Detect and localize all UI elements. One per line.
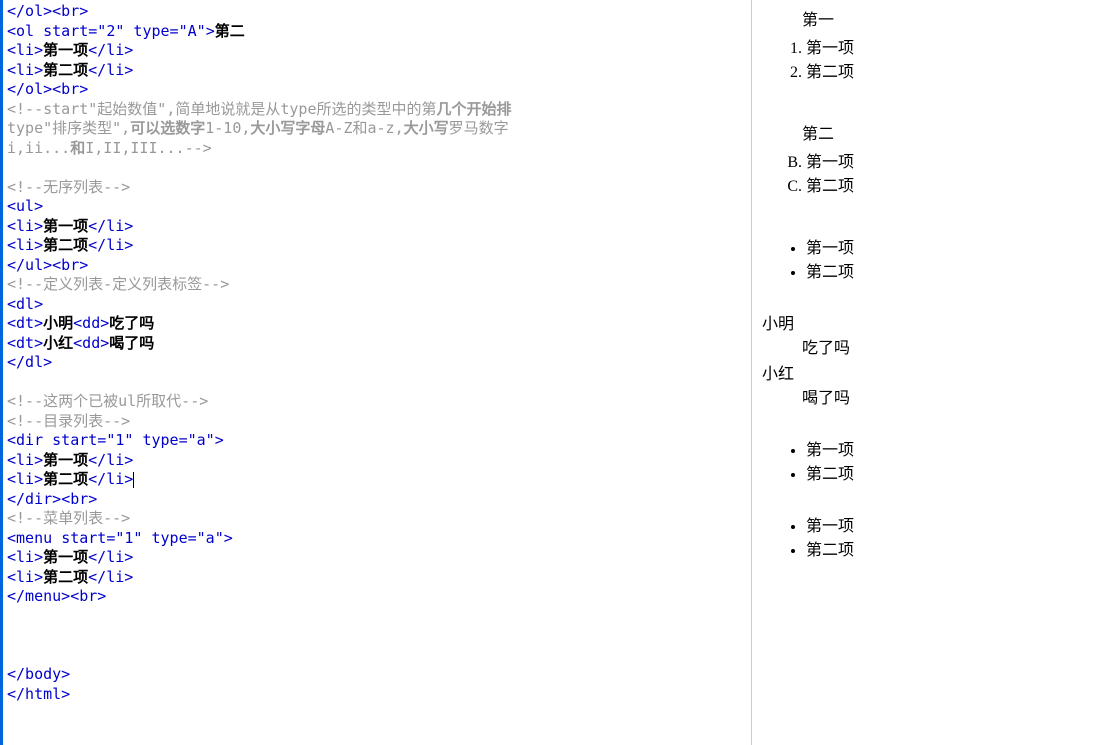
definition-desc: 吃了吗 bbox=[802, 337, 1096, 361]
tag-close-body: </body> bbox=[7, 665, 70, 683]
preview-menu-list: 第一项 第二项 bbox=[762, 515, 1096, 563]
code-line-blank[interactable] bbox=[7, 158, 747, 178]
code-line-comment[interactable]: <!--定义列表-定义列表标签--> bbox=[7, 275, 747, 295]
comment: <!--无序列表--> bbox=[7, 178, 130, 196]
preview-ordered-list-1: 第一项 第二项 bbox=[762, 37, 1096, 85]
list-item: 第二项 bbox=[806, 463, 1096, 487]
list-item: 第一项 bbox=[806, 37, 1096, 61]
code-line[interactable]: <ol start="2" type="A">第二 bbox=[7, 22, 747, 42]
tag-br: <br> bbox=[52, 2, 88, 20]
list-item: 第二项 bbox=[806, 539, 1096, 563]
definition-term: 小红 bbox=[762, 363, 1096, 387]
list-item: 第二项 bbox=[806, 261, 1096, 285]
code-line[interactable]: <li>第一项</li> bbox=[7, 548, 747, 568]
comment: <!--定义列表-定义列表标签--> bbox=[7, 275, 229, 293]
tag-open-dir: <dir bbox=[7, 431, 52, 449]
code-line[interactable]: <menu start="1" type="a"> bbox=[7, 529, 747, 549]
list-item: 第一项 bbox=[806, 151, 1096, 175]
tag-close-ol: </ol> bbox=[7, 2, 52, 20]
preview-dir-list: 第一项 第二项 bbox=[762, 439, 1096, 487]
definition-term: 小明 bbox=[762, 313, 1096, 337]
code-line-blank[interactable] bbox=[7, 373, 747, 393]
code-line[interactable]: </menu><br> bbox=[7, 587, 747, 607]
code-line-blank[interactable] bbox=[7, 646, 747, 666]
preview-unordered-list: 第一项 第二项 bbox=[762, 237, 1096, 285]
code-line[interactable]: <li>第一项</li> bbox=[7, 217, 747, 237]
code-editor-pane[interactable]: </ol><br> <ol start="2" type="A">第二 <li>… bbox=[0, 0, 752, 745]
code-line[interactable]: </html> bbox=[7, 685, 747, 705]
code-line[interactable]: </dl> bbox=[7, 353, 747, 373]
code-line[interactable]: <li>第二项</li> bbox=[7, 568, 747, 588]
code-line[interactable]: </dir><br> bbox=[7, 490, 747, 510]
code-line-comment[interactable]: <!--目录列表--> bbox=[7, 412, 747, 432]
tag-open-dl: <dl> bbox=[7, 295, 43, 313]
comment: <!--目录列表--> bbox=[7, 412, 130, 430]
tag-open-ul: <ul> bbox=[7, 197, 43, 215]
code-line[interactable]: <ul> bbox=[7, 197, 747, 217]
list-item: 第一项 bbox=[806, 439, 1096, 463]
code-line[interactable]: <li>第二项</li> bbox=[7, 236, 747, 256]
code-line[interactable]: <li>第一项</li> bbox=[7, 451, 747, 471]
text: 第二项 bbox=[43, 61, 88, 79]
comment: <!--start"起始数值",简单地说就是从type所选的类型中的第 bbox=[7, 100, 437, 118]
text: 第一项 bbox=[43, 41, 88, 59]
code-line-blank[interactable] bbox=[7, 607, 747, 627]
list-item: 第一项 bbox=[806, 515, 1096, 539]
code-line-comment[interactable]: <!--菜单列表--> bbox=[7, 509, 747, 529]
code-line[interactable]: <dt>小红<dd>喝了吗 bbox=[7, 334, 747, 354]
code-line[interactable]: </ol><br> bbox=[7, 2, 747, 22]
definition-desc: 喝了吗 bbox=[802, 387, 1096, 411]
preview-heading-2: 第二 bbox=[802, 123, 1096, 147]
list-item: 第一项 bbox=[806, 237, 1096, 261]
code-line[interactable]: <dir start="1" type="a"> bbox=[7, 431, 747, 451]
code-line[interactable]: </body> bbox=[7, 665, 747, 685]
preview-ordered-list-2: 第一项 第二项 bbox=[762, 151, 1096, 199]
code-line-comment[interactable]: <!--这两个已被ul所取代--> bbox=[7, 392, 747, 412]
attr: start="2" type="A" bbox=[43, 22, 206, 40]
code-line[interactable]: <dt>小明<dd>吃了吗 bbox=[7, 314, 747, 334]
code-line[interactable]: </ul><br> bbox=[7, 256, 747, 276]
tag-open-menu: <menu bbox=[7, 529, 61, 547]
code-line[interactable]: <li>第二项</li> bbox=[7, 61, 747, 81]
code-line-comment[interactable]: type"排序类型",可以选数字1-10,大小写字母A-Z和a-z,大小写罗马数… bbox=[7, 119, 747, 139]
code-line-comment[interactable]: i,ii...和I,II,III...--> bbox=[7, 139, 747, 159]
code-line[interactable]: <li>第一项</li> bbox=[7, 41, 747, 61]
tag-close-dl: </dl> bbox=[7, 353, 52, 371]
tag-open-ol: <ol bbox=[7, 22, 43, 40]
code-line-comment[interactable]: <!--无序列表--> bbox=[7, 178, 747, 198]
code-line[interactable]: <dl> bbox=[7, 295, 747, 315]
code-line-comment[interactable]: <!--start"起始数值",简单地说就是从type所选的类型中的第几个开始排 bbox=[7, 100, 747, 120]
comment: <!--这两个已被ul所取代--> bbox=[7, 392, 208, 410]
preview-definition-list: 小明 吃了吗 小红 喝了吗 bbox=[762, 313, 1096, 411]
code-line-blank[interactable] bbox=[7, 626, 747, 646]
code-line[interactable]: </ol><br> bbox=[7, 80, 747, 100]
comment: <!--菜单列表--> bbox=[7, 509, 130, 527]
preview-pane: 第一 第一项 第二项 第二 第一项 第二项 第一项 第二项 小明 吃了吗 小红 … bbox=[752, 0, 1106, 745]
text: 第二 bbox=[215, 22, 245, 40]
preview-heading-1: 第一 bbox=[802, 9, 1096, 33]
text-cursor bbox=[133, 472, 134, 488]
list-item: 第二项 bbox=[806, 175, 1096, 199]
list-item: 第二项 bbox=[806, 61, 1096, 85]
code-line[interactable]: <li>第二项</li> bbox=[7, 470, 747, 490]
tag-close-html: </html> bbox=[7, 685, 70, 703]
